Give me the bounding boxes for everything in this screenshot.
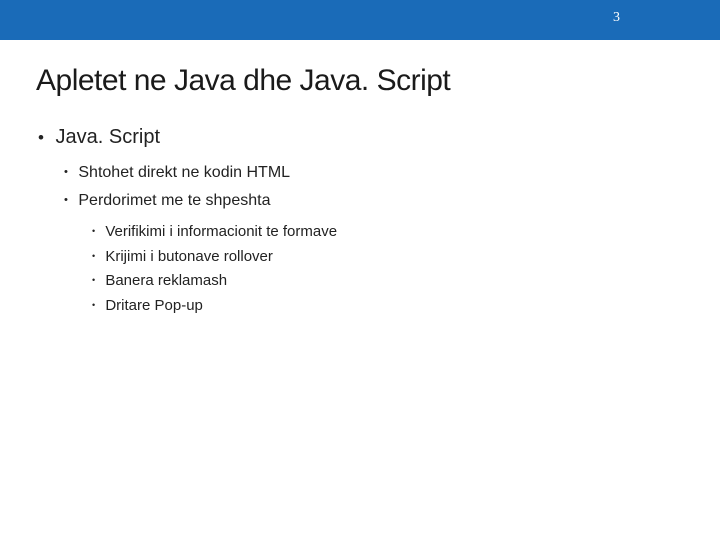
page-number: 3	[613, 10, 620, 26]
bullet-level1: • Java. Script	[38, 126, 684, 149]
header-bar: 3	[0, 0, 720, 40]
bullet-text: Perdorimet me te shpeshta	[78, 192, 270, 209]
bullet-dot-icon: •	[92, 274, 95, 288]
bullet-level3: • Verifikimi i informacionit te formave	[92, 221, 684, 244]
bullet-text: Shtohet direkt ne kodin HTML	[78, 164, 290, 181]
bullet-level3: • Dritare Pop-up	[92, 295, 684, 318]
bullet-text: Verifikimi i informacionit te formave	[105, 223, 337, 240]
bullet-dot-icon: •	[92, 225, 95, 239]
bullet-text: Java. Script	[56, 126, 160, 148]
slide-title: Apletet ne Java dhe Java. Script	[36, 64, 684, 98]
bullet-text: Banera reklamash	[105, 272, 227, 289]
bullet-dot-icon: •	[92, 299, 95, 313]
bullet-text: Krijimi i butonave rollover	[105, 248, 273, 265]
bullet-level2: • Perdorimet me te shpeshta	[64, 189, 684, 213]
slide-content: Apletet ne Java dhe Java. Script • Java.…	[0, 40, 720, 343]
bullet-dot-icon: •	[64, 164, 68, 181]
bullet-level3: • Banera reklamash	[92, 270, 684, 293]
bullet-level3: • Krijimi i butonave rollover	[92, 246, 684, 269]
bullet-dot-icon: •	[38, 128, 44, 148]
bullet-dot-icon: •	[92, 250, 95, 264]
bullet-level2: • Shtohet direkt ne kodin HTML	[64, 161, 684, 185]
bullet-text: Dritare Pop-up	[105, 297, 203, 314]
bullet-dot-icon: •	[64, 192, 68, 209]
